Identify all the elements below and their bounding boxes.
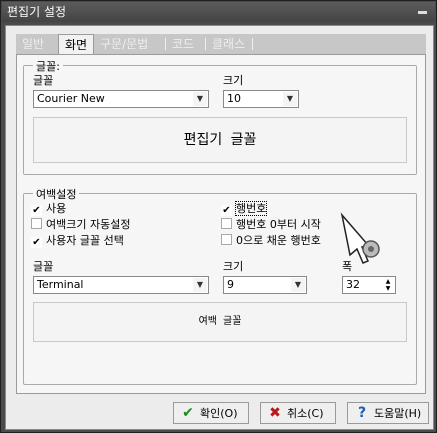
checkbox-label: 여백크기 자동설정 — [46, 218, 131, 231]
pointer-cursor-icon — [340, 212, 380, 264]
checkbox-zero-padded-line-numbers[interactable]: 0으로 채운 행번호 — [221, 234, 321, 248]
size-label: 크기 — [223, 74, 244, 87]
checkbox-label: 사용 — [46, 202, 67, 215]
tab-display[interactable]: 화면 — [58, 34, 95, 55]
help-button[interactable]: ? 도움말(H) — [347, 402, 429, 424]
font-label: 글꼴 — [33, 74, 54, 87]
margin-width-value: 32 — [346, 278, 360, 291]
font-preview-text: 편집기 글꼴 — [183, 132, 257, 148]
checkbox-box[interactable]: ✔ — [31, 205, 42, 216]
margin-font-select[interactable]: Terminal ▼ — [33, 276, 209, 294]
checkbox-label: 행번호 — [234, 201, 268, 216]
settings-dialog: 편집기 설정 일반 화면 구문/문법 코드 클래스 글꼴: 글꼴 크기 Cour… — [0, 0, 437, 433]
checkbox-box[interactable] — [221, 234, 232, 245]
font-select-value: Courier New — [37, 92, 105, 105]
margin-font-select-value: Terminal — [37, 278, 84, 291]
ok-button-label: 확인(O) — [200, 407, 238, 420]
checkbox-label: 0으로 채운 행번호 — [236, 234, 321, 247]
cancel-button-label: 취소(C) — [287, 407, 324, 420]
checkbox-zero-based-line-numbers[interactable]: 행번호 0부터 시작 — [221, 218, 321, 232]
size-select[interactable]: 10 ▼ — [223, 90, 299, 108]
margin-size-label: 크기 — [223, 260, 244, 273]
checkbox-auto-margin-size[interactable]: 여백크기 자동설정 — [31, 218, 130, 232]
tab-code[interactable]: 코드 — [166, 34, 200, 54]
tab-separator — [252, 38, 253, 50]
checkbox-label: 사용자 글꼴 선택 — [46, 234, 124, 247]
checkbox-line-numbers[interactable]: ✔ 행번호 — [221, 201, 268, 216]
help-button-label: 도움말(H) — [374, 407, 422, 420]
margin-size-select-value: 9 — [227, 278, 234, 291]
spinner-arrows-icon[interactable]: ▲ ▼ — [383, 278, 393, 292]
checkbox-box[interactable]: ✔ — [221, 205, 232, 216]
close-icon: ✖ — [269, 405, 281, 421]
minimize-icon[interactable] — [418, 11, 427, 14]
cancel-button[interactable]: ✖ 취소(C) — [260, 402, 336, 424]
ok-button[interactable]: ✔ 확인(O) — [173, 402, 249, 424]
checkmark-icon: ✔ — [182, 405, 194, 421]
chevron-down-icon[interactable]: ▼ — [193, 92, 207, 106]
margin-width-spinner[interactable]: 32 ▲ ▼ — [342, 276, 396, 294]
chevron-down-icon[interactable]: ▼ — [283, 92, 297, 106]
checkbox-label: 행번호 0부터 시작 — [236, 218, 321, 231]
font-preview: 편집기 글꼴 — [33, 117, 407, 163]
tab-syntax[interactable]: 구문/문법 — [94, 34, 154, 54]
margin-font-label: 글꼴 — [33, 260, 54, 273]
font-select[interactable]: Courier New ▼ — [33, 90, 209, 108]
title-bar: 편집기 설정 — [2, 2, 435, 22]
size-select-value: 10 — [227, 92, 241, 105]
tab-class[interactable]: 클래스 — [206, 34, 251, 54]
tab-general[interactable]: 일반 — [16, 34, 50, 54]
checkbox-custom-font[interactable]: ✔ 사용자 글꼴 선택 — [31, 234, 124, 248]
window-title: 편집기 설정 — [7, 5, 67, 19]
checkbox-box[interactable]: ✔ — [31, 237, 42, 248]
chevron-down-icon[interactable]: ▼ — [291, 278, 305, 292]
margin-font-preview: 여백 글꼴 — [33, 302, 407, 342]
margin-size-select[interactable]: 9 ▼ — [223, 276, 307, 294]
chevron-down-icon[interactable]: ▼ — [193, 278, 207, 292]
checkbox-box[interactable] — [221, 218, 232, 229]
font-group: 글꼴: 글꼴 크기 Courier New ▼ 10 ▼ 편집기 글꼴 — [23, 58, 417, 175]
margin-font-preview-text: 여백 글꼴 — [198, 316, 242, 327]
tab-bar: 일반 화면 구문/문법 코드 클래스 — [16, 34, 426, 55]
help-icon: ? — [357, 405, 367, 421]
checkbox-use-margin[interactable]: ✔ 사용 — [31, 202, 66, 216]
checkbox-box[interactable] — [31, 218, 42, 229]
margin-group-legend: 여백설정 — [33, 186, 80, 202]
